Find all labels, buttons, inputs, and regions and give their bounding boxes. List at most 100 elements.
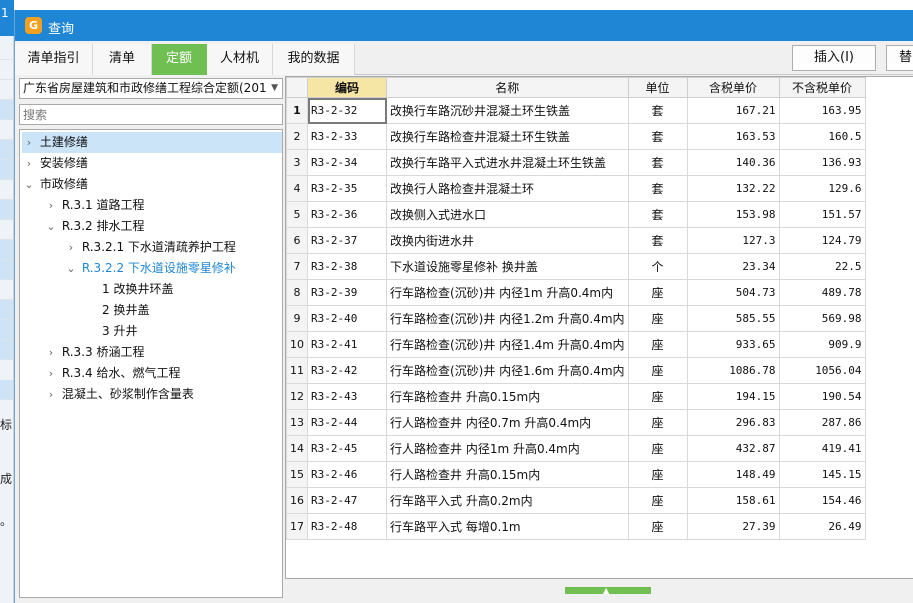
column-header-tax-price[interactable]: 含税单价 xyxy=(686,77,780,98)
row-number[interactable]: 1 xyxy=(286,97,308,124)
tab-labor-material-machine[interactable]: 人材机 xyxy=(207,44,273,75)
chevron-right-icon[interactable]: › xyxy=(22,153,36,174)
cell-name[interactable]: 行车路检查(沉砂)井 内径1.4m 升高0.4m内 xyxy=(386,331,629,358)
table-row[interactable]: 13 R3-2-44 行人路检查井 内径0.7m 升高0.4m内座 296.83 287… xyxy=(286,409,866,436)
row-number[interactable]: 12 xyxy=(286,383,308,410)
cell-code[interactable]: R3-2-37 xyxy=(307,227,387,254)
tree-node-raise-well[interactable]: 3 升井 xyxy=(102,321,137,342)
cell-tax-price[interactable]: 163.53 xyxy=(686,123,780,150)
cell-name[interactable]: 行车路检查(沉砂)井 内径1.2m 升高0.4m内 xyxy=(386,305,629,332)
cell-name[interactable]: 改换内街进水井 xyxy=(386,227,629,254)
tree-node-concrete-mortar[interactable]: › 混凝土、砂浆制作含量表 xyxy=(44,384,194,405)
cell-tax-price[interactable]: 158.61 xyxy=(686,487,780,514)
row-number[interactable]: 4 xyxy=(286,175,308,202)
cell-unit[interactable]: 座 xyxy=(627,279,688,306)
tab-bill-guide[interactable]: 清单指引 xyxy=(15,44,93,75)
cell-unit[interactable]: 座 xyxy=(627,383,688,410)
cell-code[interactable]: R3-2-39 xyxy=(307,279,387,306)
cell-tax-price[interactable]: 27.39 xyxy=(686,513,780,540)
cell-name[interactable]: 改换行车路平入式进水井混凝土环生铁盖 xyxy=(386,149,629,176)
search-box[interactable] xyxy=(19,104,283,125)
chevron-down-icon[interactable]: ⌄ xyxy=(22,174,36,195)
cell-name[interactable]: 改换侧入式进水口 xyxy=(386,201,629,228)
cell-name[interactable]: 行车路平入式 升高0.2m内 xyxy=(386,487,629,514)
tree-node-civil-repair[interactable]: › 土建修缮 xyxy=(22,132,282,153)
cell-tax-price[interactable]: 132.22 xyxy=(686,175,780,202)
cell-code[interactable]: R3-2-38 xyxy=(307,253,387,280)
cell-code[interactable]: R3-2-42 xyxy=(307,357,387,384)
table-row[interactable]: 16 R3-2-47 行车路平入式 升高0.2m内座 158.61 154.46 xyxy=(286,487,866,514)
cell-code[interactable]: R3-2-45 xyxy=(307,435,387,462)
chevron-down-icon[interactable]: ⌄ xyxy=(64,258,78,279)
cell-unit[interactable]: 套 xyxy=(627,97,688,124)
cell-notax-price[interactable]: 22.5 xyxy=(778,253,866,280)
cell-unit[interactable]: 座 xyxy=(627,461,688,488)
cell-notax-price[interactable]: 909.9 xyxy=(778,331,866,358)
tree-node-sewer-dredging[interactable]: › R.3.2.1 下水道清疏养护工程 xyxy=(64,237,236,258)
cell-unit[interactable]: 座 xyxy=(627,357,688,384)
table-row[interactable]: 4 R3-2-35 改换行人路检查井混凝土环套 132.22 129.6 xyxy=(286,175,866,202)
cell-unit[interactable]: 个 xyxy=(627,253,688,280)
cell-notax-price[interactable]: 419.41 xyxy=(778,435,866,462)
chevron-right-icon[interactable]: › xyxy=(44,363,58,384)
cell-notax-price[interactable]: 124.79 xyxy=(778,227,866,254)
cell-tax-price[interactable]: 153.98 xyxy=(686,201,780,228)
tab-my-data[interactable]: 我的数据 xyxy=(273,44,355,75)
cell-name[interactable]: 行人路检查井 内径1m 升高0.4m内 xyxy=(386,435,629,462)
table-row[interactable]: 2 R3-2-33 改换行车路检查井混凝土环生铁盖套 163.53 160.5 xyxy=(286,123,866,150)
column-header-unit[interactable]: 单位 xyxy=(627,77,688,98)
cell-code[interactable]: R3-2-44 xyxy=(307,409,387,436)
cell-name[interactable]: 改换行车路沉砂井混凝土环生铁盖 xyxy=(386,97,629,124)
cell-unit[interactable]: 套 xyxy=(627,175,688,202)
cell-code[interactable]: R3-2-40 xyxy=(307,305,387,332)
table-row[interactable]: 7 R3-2-38 下水道设施零星修补 换井盖个 23.34 22.5 xyxy=(286,253,866,280)
table-row[interactable]: 1 R3-2-32 改换行车路沉砂井混凝土环生铁盖套 167.21 163.95 xyxy=(286,97,866,124)
cell-unit[interactable]: 座 xyxy=(627,513,688,540)
row-number[interactable]: 15 xyxy=(286,461,308,488)
cell-tax-price[interactable]: 23.34 xyxy=(686,253,780,280)
row-number[interactable]: 9 xyxy=(286,305,308,332)
cell-tax-price[interactable]: 167.21 xyxy=(686,97,780,124)
tree-node-sewer-minor-repair[interactable]: ⌄ R.3.2.2 下水道设施零星修补 xyxy=(64,258,236,279)
chevron-right-icon[interactable]: › xyxy=(44,384,58,405)
cell-notax-price[interactable]: 569.98 xyxy=(778,305,866,332)
cell-name[interactable]: 行车路检查井 升高0.15m内 xyxy=(386,383,629,410)
table-row[interactable]: 6 R3-2-37 改换内街进水井套 127.3 124.79 xyxy=(286,227,866,254)
tab-quota[interactable]: 定额 xyxy=(152,44,207,75)
cell-code[interactable]: R3-2-41 xyxy=(307,331,387,358)
cell-name[interactable]: 行车路检查(沉砂)井 内径1m 升高0.4m内 xyxy=(386,279,629,306)
cell-notax-price[interactable]: 190.54 xyxy=(778,383,866,410)
cell-tax-price[interactable]: 933.65 xyxy=(686,331,780,358)
cell-tax-price[interactable]: 432.87 xyxy=(686,435,780,462)
cell-notax-price[interactable]: 1056.04 xyxy=(778,357,866,384)
cell-notax-price[interactable]: 163.95 xyxy=(778,97,866,124)
cell-name[interactable]: 改换行人路检查井混凝土环 xyxy=(386,175,629,202)
cell-notax-price[interactable]: 129.6 xyxy=(778,175,866,202)
cell-code[interactable]: R3-2-46 xyxy=(307,461,387,488)
row-number[interactable]: 5 xyxy=(286,201,308,228)
row-number[interactable]: 3 xyxy=(286,149,308,176)
cell-unit[interactable]: 座 xyxy=(627,331,688,358)
cell-tax-price[interactable]: 194.15 xyxy=(686,383,780,410)
cell-notax-price[interactable]: 154.46 xyxy=(778,487,866,514)
cell-unit[interactable]: 套 xyxy=(627,201,688,228)
tree-node-replace-cover[interactable]: 2 换井盖 xyxy=(102,300,149,321)
cell-notax-price[interactable]: 136.93 xyxy=(778,149,866,176)
chevron-down-icon[interactable]: ⌄ xyxy=(44,216,58,237)
title-bar[interactable]: G 查询 xyxy=(15,10,913,41)
cell-name[interactable]: 下水道设施零星修补 换井盖 xyxy=(386,253,629,280)
replace-button[interactable]: 替 xyxy=(886,45,913,71)
column-header-name[interactable]: 名称 xyxy=(386,77,629,98)
tree-node-road-works[interactable]: › R.3.1 道路工程 xyxy=(44,195,145,216)
column-header-notax-price[interactable]: 不含税单价 xyxy=(778,77,866,98)
row-number[interactable]: 16 xyxy=(286,487,308,514)
row-number[interactable]: 7 xyxy=(286,253,308,280)
cell-notax-price[interactable]: 287.86 xyxy=(778,409,866,436)
cell-tax-price[interactable]: 296.83 xyxy=(686,409,780,436)
cell-unit[interactable]: 座 xyxy=(627,487,688,514)
quota-library-select[interactable]: 广东省房屋建筑和市政修缮工程综合定额(201 ▼ xyxy=(19,78,283,99)
table-row[interactable]: 12 R3-2-43 行车路检查井 升高0.15m内座 194.15 190.54 xyxy=(286,383,866,410)
cell-unit[interactable]: 套 xyxy=(627,227,688,254)
cell-unit[interactable]: 座 xyxy=(627,409,688,436)
cell-code[interactable]: R3-2-33 xyxy=(307,123,387,150)
